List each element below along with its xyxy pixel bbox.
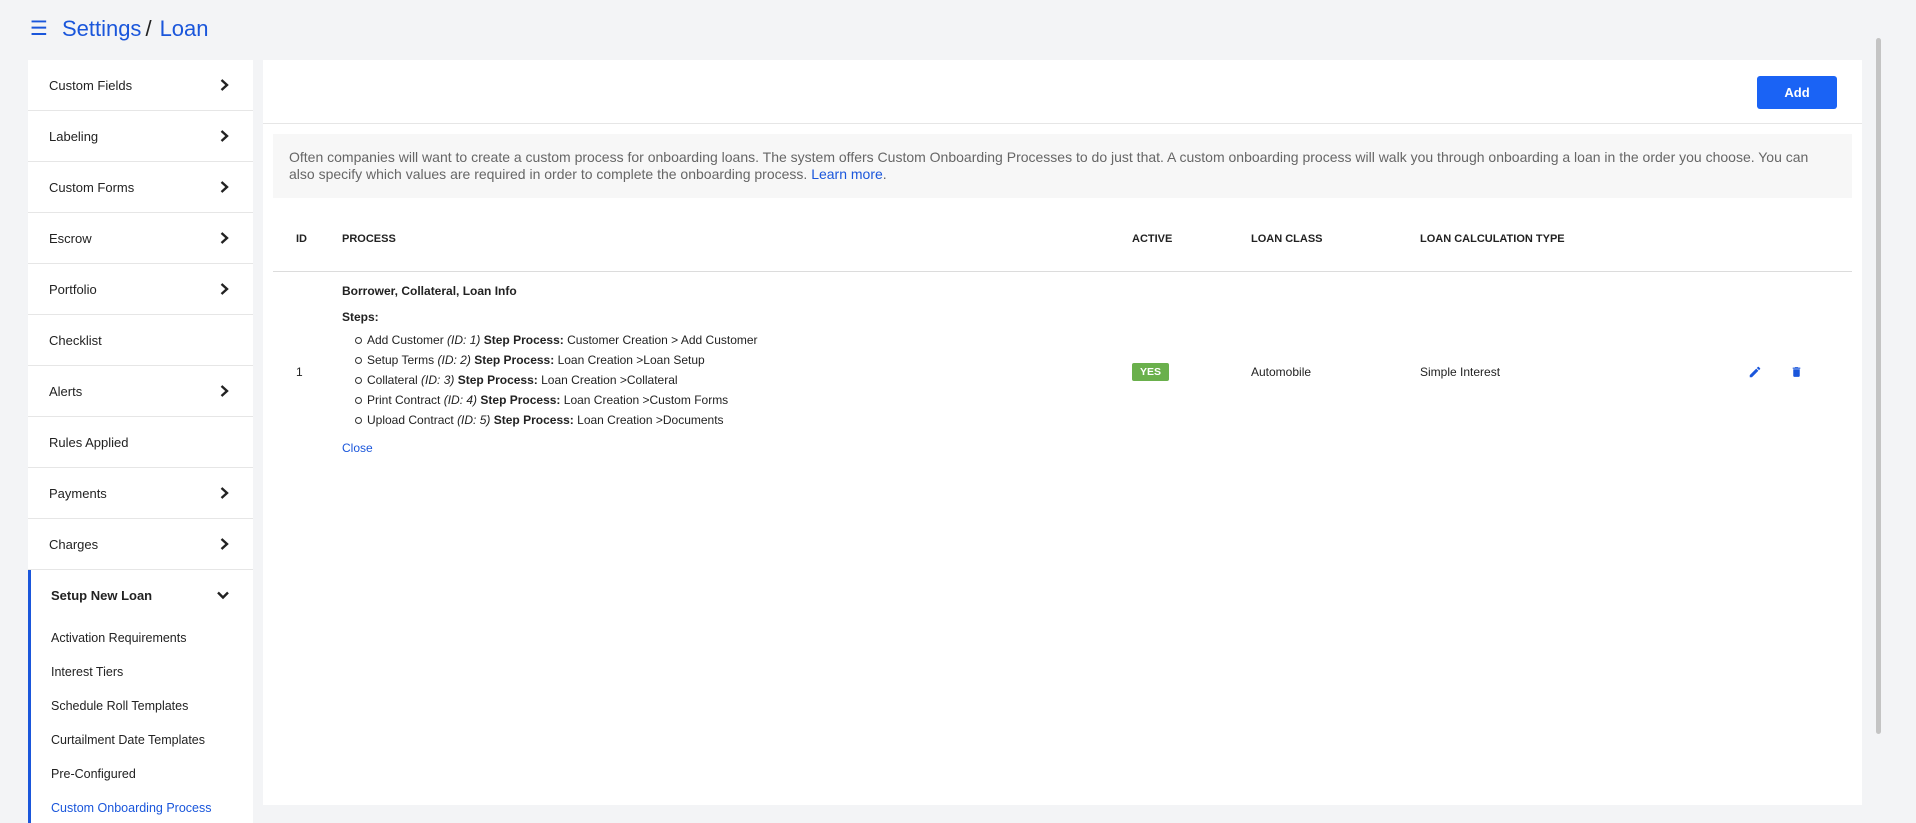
step-id: (ID: 5): [457, 412, 491, 427]
cell-process: Borrower, Collateral, Loan Info Steps: Add…: [342, 271, 1132, 473]
process-title: Borrower, Collateral, Loan Info: [342, 283, 517, 298]
breadcrumb-separator: /: [145, 16, 152, 41]
step-name: Upload Contract: [367, 412, 454, 427]
step-item: Collateral (ID: 3) Step Process: Loan Cr…: [355, 370, 1132, 390]
column-header-loan-calculation-type[interactable]: LOAN CALCULATION TYPE: [1420, 198, 1720, 272]
cell-loan-class: Automobile: [1251, 365, 1312, 379]
step-process: Loan Creation >Documents: [577, 412, 724, 427]
active-badge: YES: [1132, 363, 1170, 381]
sidebar-item-alerts[interactable]: Alerts: [28, 366, 253, 417]
step-name: Setup Terms: [367, 352, 435, 367]
sidebar-item-label: Labeling: [49, 128, 99, 144]
step-item: Upload Contract (ID: 5) Step Process: Lo…: [355, 410, 1132, 430]
step-process-label: Step Process:: [480, 392, 561, 407]
column-header-process[interactable]: PROCESS: [342, 198, 1132, 272]
step-item: Add Customer (ID: 1) Step Process: Custo…: [355, 330, 1132, 350]
sidebar-item-labeling[interactable]: Labeling: [28, 111, 253, 162]
column-header-id[interactable]: ID: [273, 198, 342, 272]
step-process: Customer Creation > Add Customer: [567, 332, 758, 347]
sidebar-subitem-activation-requirements[interactable]: Activation Requirements: [31, 621, 253, 655]
table-header-row: ID PROCESS ACTIVE LOAN CLASS LOAN CALCUL…: [273, 198, 1852, 272]
info-trail: .: [882, 166, 887, 182]
cell-id: 1: [296, 365, 303, 379]
step-item: Setup Terms (ID: 2) Step Process: Loan C…: [355, 350, 1132, 370]
step-id: (ID: 4): [443, 392, 478, 407]
sidebar-item-custom-fields[interactable]: Custom Fields: [28, 60, 253, 111]
chevron-right-icon: [220, 232, 229, 244]
step-process-label: Step Process:: [483, 332, 564, 347]
sidebar-item-label: Alerts: [49, 383, 83, 399]
info-text: Often companies will want to create a cu…: [289, 149, 1809, 182]
step-id: (ID: 3): [421, 372, 455, 387]
learn-more-link[interactable]: Learn more: [811, 166, 883, 182]
chevron-down-icon: [217, 591, 229, 600]
step-process-label: Step Process:: [457, 372, 538, 387]
sidebar-item-label: Custom Forms: [49, 179, 135, 195]
breadcrumb-current: Loan: [159, 16, 209, 41]
sidebar-item-custom-forms[interactable]: Custom Forms: [28, 162, 253, 213]
add-button[interactable]: Add: [1757, 76, 1837, 109]
chevron-right-icon: [220, 130, 229, 142]
main-panel: Add Often companies will want to create …: [263, 60, 1862, 805]
cell-actions: [1720, 271, 1852, 473]
step-name: Collateral: [367, 372, 418, 387]
steps-label: Steps:: [342, 309, 379, 324]
sidebar-item-label: Portfolio: [49, 281, 97, 297]
step-id: (ID: 1): [447, 332, 481, 347]
panel-header: Add: [263, 60, 1862, 124]
onboarding-process-table: ID PROCESS ACTIVE LOAN CLASS LOAN CALCUL…: [273, 198, 1852, 473]
trash-icon[interactable]: [1790, 365, 1803, 379]
step-process: Loan Creation >Collateral: [541, 372, 678, 387]
sidebar-subitem-curtailment-date-templates[interactable]: Curtailment Date Templates: [31, 723, 253, 757]
sidebar-item-label: Escrow: [49, 230, 92, 246]
breadcrumb-settings[interactable]: Settings: [62, 16, 142, 42]
step-process-label: Step Process:: [493, 412, 574, 427]
sidebar-subitem-schedule-roll-templates[interactable]: Schedule Roll Templates: [31, 689, 253, 723]
sidebar-item-portfolio[interactable]: Portfolio: [28, 264, 253, 315]
steps-list: Add Customer (ID: 1) Step Process: Custo…: [342, 330, 1132, 430]
chevron-right-icon: [220, 283, 229, 295]
sidebar-group-setup-new-loan: Setup New Loan Activation Requirements In…: [28, 570, 253, 823]
sidebar-item-label: Charges: [49, 536, 99, 552]
chevron-right-icon: [220, 79, 229, 91]
sidebar-subitem-interest-tiers[interactable]: Interest Tiers: [31, 655, 253, 689]
pencil-icon[interactable]: [1748, 365, 1762, 379]
top-bar: ☰ Settings / Loan: [0, 0, 1916, 58]
step-process: Loan Creation >Custom Forms: [563, 392, 729, 407]
sidebar-item-rules-applied[interactable]: Rules Applied: [28, 417, 253, 468]
chevron-right-icon: [220, 487, 229, 499]
cell-loan-calculation-type: Simple Interest: [1420, 365, 1501, 379]
sidebar-item-checklist[interactable]: Checklist: [28, 315, 253, 366]
sidebar-item-label: Custom Fields: [49, 77, 133, 93]
step-name: Add Customer: [367, 332, 444, 347]
settings-sidebar: Custom Fields Labeling Custom Forms Escrow P…: [28, 60, 253, 823]
sidebar-item-label: Payments: [49, 485, 107, 501]
sidebar-item-escrow[interactable]: Escrow: [28, 213, 253, 264]
column-header-loan-class[interactable]: LOAN CLASS: [1251, 198, 1420, 272]
column-header-actions: [1720, 198, 1852, 272]
sidebar-item-payments[interactable]: Payments: [28, 468, 253, 519]
sidebar-item-charges[interactable]: Charges: [28, 519, 253, 570]
column-header-active[interactable]: ACTIVE: [1132, 198, 1251, 272]
sidebar-item-label: Checklist: [49, 332, 102, 348]
chevron-right-icon: [220, 181, 229, 193]
chevron-right-icon: [220, 538, 229, 550]
sidebar-subitem-pre-configured[interactable]: Pre-Configured: [31, 757, 253, 791]
table-row: 1 Borrower, Collateral, Loan Info Steps: Ad…: [273, 271, 1852, 473]
close-link[interactable]: Close: [342, 441, 373, 455]
step-item: Print Contract (ID: 4) Step Process: Loa…: [355, 390, 1132, 410]
sidebar-item-label: Rules Applied: [49, 434, 129, 450]
sidebar-item-setup-new-loan[interactable]: Setup New Loan: [31, 570, 253, 621]
hamburger-icon[interactable]: ☰: [30, 19, 48, 39]
sidebar-subitem-custom-onboarding-process[interactable]: Custom Onboarding Process: [31, 791, 253, 823]
step-id: (ID: 2): [437, 352, 471, 367]
step-name: Print Contract: [367, 392, 441, 407]
step-process-label: Step Process:: [474, 352, 555, 367]
chevron-right-icon: [220, 385, 229, 397]
cell-active: YES: [1132, 271, 1251, 473]
step-process: Loan Creation >Loan Setup: [557, 352, 705, 367]
page-scrollbar[interactable]: [1876, 38, 1881, 734]
sidebar-item-label: Setup New Loan: [51, 588, 153, 603]
info-box: Often companies will want to create a cu…: [273, 134, 1852, 198]
